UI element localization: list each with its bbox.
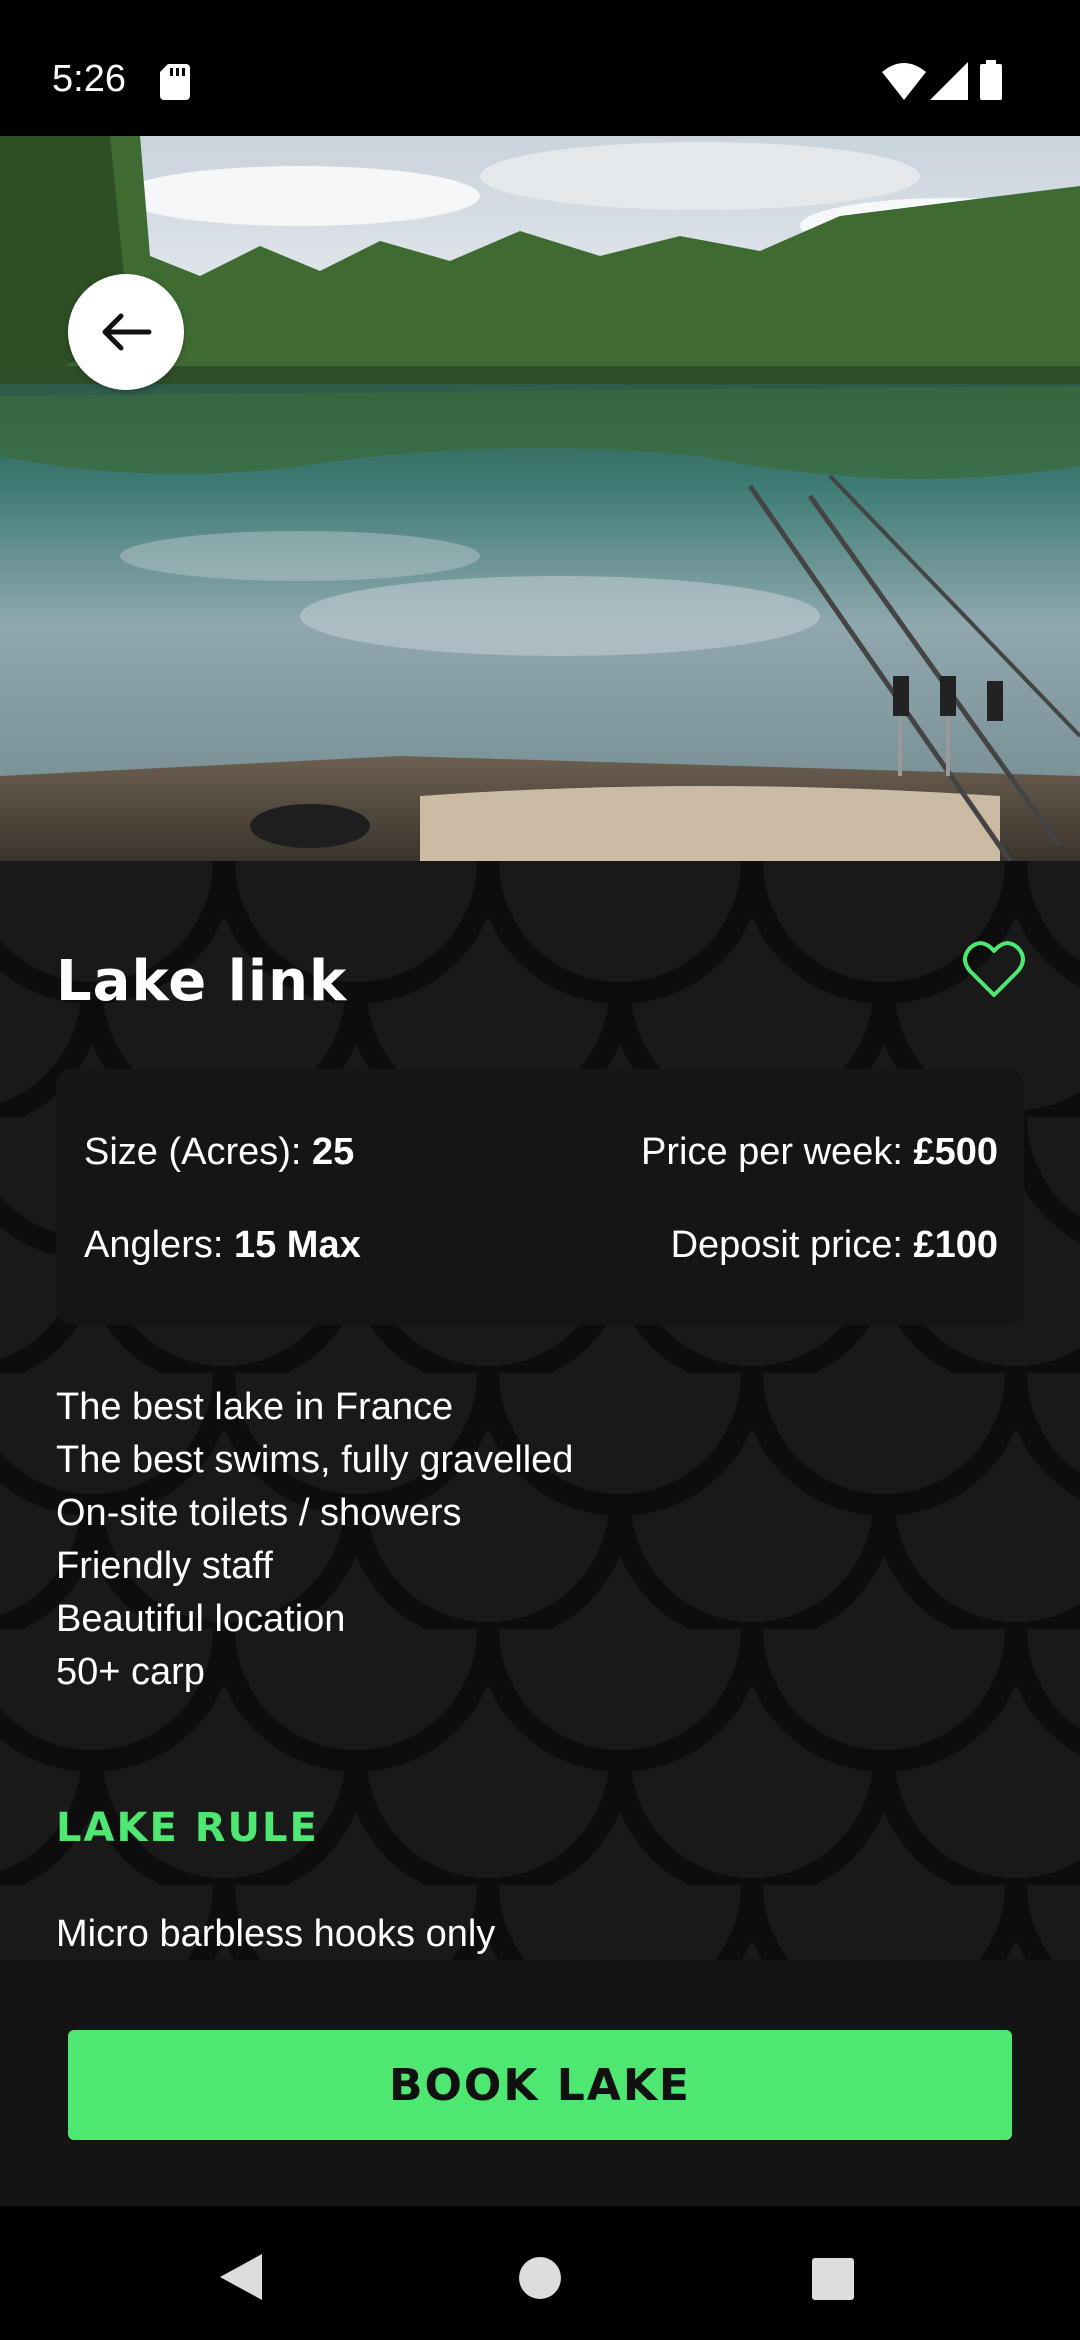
- price-label: Price per week:: [641, 1131, 914, 1173]
- feature-item: On-site toilets / showers: [56, 1492, 462, 1534]
- sd-card-icon: [160, 64, 190, 100]
- back-button[interactable]: [68, 274, 184, 390]
- anglers-value: 15 Max: [233, 1224, 361, 1266]
- lake-title: Lake link: [56, 949, 348, 1014]
- anglers-label: Anglers:: [84, 1224, 234, 1266]
- feature-item: Friendly staff: [56, 1545, 273, 1587]
- book-lake-button[interactable]: BOOK LAKE: [68, 2030, 1012, 2140]
- lake-details[interactable]: Lake link Size (Acres): 25 Price per wee…: [0, 861, 1080, 1960]
- size-info: Size (Acres): 25: [84, 1131, 354, 1174]
- lake-photo: [0, 136, 1080, 861]
- lake-rules-heading: LAKE RULE: [56, 1805, 319, 1851]
- arrow-left-icon: [102, 313, 152, 351]
- nav-home-icon[interactable]: [518, 2256, 562, 2300]
- cell-signal-icon: [930, 62, 968, 100]
- anglers-info: Anglers: 15 Max: [84, 1224, 361, 1267]
- feature-item: The best swims, fully gravelled: [56, 1439, 574, 1481]
- deposit-value: £100: [913, 1224, 998, 1266]
- system-nav-bar: [0, 2206, 1080, 2340]
- bottom-action-bar: BOOK LAKE: [0, 1960, 1080, 2206]
- battery-icon: [980, 60, 1002, 100]
- status-time: 5:26: [52, 58, 126, 100]
- wifi-icon: [882, 63, 926, 100]
- feature-item: Beautiful location: [56, 1598, 346, 1640]
- deposit-info: Deposit price: £100: [671, 1224, 998, 1267]
- status-bar: 5:26: [0, 0, 1080, 136]
- nav-back-icon[interactable]: [220, 2254, 264, 2300]
- size-value: 25: [312, 1131, 355, 1173]
- lake-info-card: Size (Acres): 25 Price per week: £500 An…: [56, 1069, 1024, 1325]
- feature-item: 50+ carp: [56, 1651, 205, 1693]
- price-value: £500: [913, 1131, 998, 1173]
- rule-item: Micro barbless hooks only: [56, 1913, 496, 1955]
- deposit-label: Deposit price:: [670, 1224, 914, 1266]
- heart-outline-icon[interactable]: [962, 939, 1026, 999]
- lake-features: The best lake in France The best swims, …: [56, 1381, 573, 1699]
- price-info: Price per week: £500: [641, 1131, 998, 1174]
- size-label: Size (Acres):: [84, 1131, 313, 1173]
- feature-item: The best lake in France: [56, 1386, 454, 1428]
- nav-recents-icon[interactable]: [812, 2258, 854, 2300]
